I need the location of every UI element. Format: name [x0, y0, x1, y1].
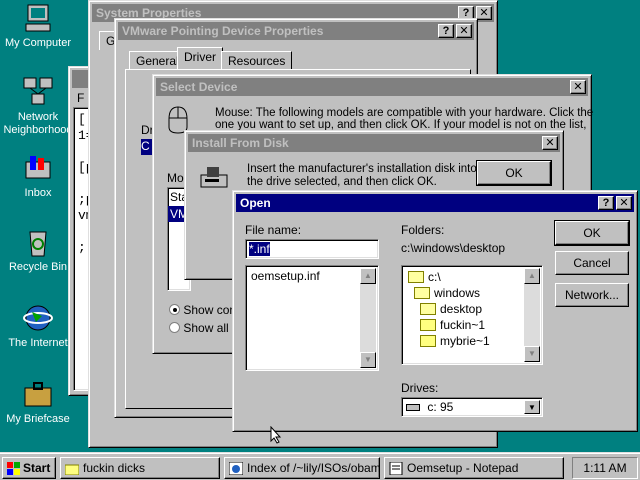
window-title: Select Device [160, 80, 238, 94]
radio-button[interactable] [169, 322, 180, 333]
briefcase-icon [22, 378, 54, 410]
folder-icon [64, 461, 80, 476]
close-button[interactable]: ✕ [616, 196, 632, 210]
select-device-text-line: Mouse: The following models are compatib… [215, 107, 594, 119]
close-button[interactable]: ✕ [476, 6, 492, 20]
network-button[interactable]: Network... [555, 283, 629, 307]
folder-tree-item[interactable]: mybrie~1 [420, 334, 490, 348]
folder-tree-scrollbar[interactable]: ▲ ▼ [524, 268, 540, 362]
vmware-properties-titlebar[interactable]: VMware Pointing Device Properties ? ✕ [118, 22, 474, 40]
open-dialog[interactable]: Open ? ✕ File name: *.inf oemsetup.inf ▲… [232, 190, 638, 432]
folder-tree-item[interactable]: desktop [420, 302, 482, 316]
desktop-icon-label: My Computer [4, 37, 72, 49]
folders-label: Folders: [401, 223, 445, 237]
folder-icon [420, 335, 436, 347]
folder-tree-item[interactable]: c:\ [408, 270, 441, 284]
desktop-icon-the-internet[interactable]: The Internet [0, 302, 76, 350]
radio-show-compatible[interactable]: Show com [169, 303, 239, 317]
desktop-icon-inbox[interactable]: Inbox [0, 152, 76, 200]
file-name-value: *.inf [249, 242, 270, 256]
radio-label: Show all d [183, 321, 239, 335]
file-list-scrollbar[interactable]: ▲ ▼ [360, 268, 376, 368]
install-from-disk-titlebar[interactable]: Install From Disk ✕ [188, 134, 560, 152]
windows-logo-icon [7, 461, 21, 475]
inbox-icon [22, 152, 54, 184]
radio-show-all[interactable]: Show all d [169, 321, 239, 335]
close-button[interactable]: ✕ [570, 80, 586, 94]
desktop-icon-label: Recycle Bin [8, 261, 68, 273]
drive-icon [406, 404, 420, 411]
system-tray-clock[interactable]: 1:11 AM [572, 457, 638, 479]
task-label: fuckin dicks [83, 461, 146, 475]
select-device-text: Mouse: The following models are compatib… [215, 107, 593, 131]
network-neighborhood-icon [22, 76, 54, 108]
radio-label: Show com [183, 303, 240, 317]
help-button[interactable]: ? [438, 24, 454, 38]
folder-tree-item[interactable]: fuckin~1 [420, 318, 485, 332]
taskbar: Start fuckin dicks Index of /~lily/ISOs/… [0, 452, 640, 480]
scroll-down-button[interactable]: ▼ [360, 352, 376, 368]
open-folder-icon [420, 303, 436, 315]
list-item[interactable]: oemsetup.inf [251, 269, 320, 283]
window-title: Open [240, 196, 271, 210]
folder-icon [420, 319, 436, 331]
internet-icon [22, 302, 54, 334]
folder-tree[interactable]: c:\ windows desktop fuckin~1 mybrie~1 ▲ … [401, 265, 543, 365]
open-folder-icon [408, 271, 424, 283]
file-name-label: File name: [245, 223, 302, 237]
taskbar-task[interactable]: Oemsetup - Notepad [384, 457, 564, 479]
install-from-disk-text: Insert the manufacturer's installation d… [247, 163, 477, 188]
start-label: Start [23, 461, 51, 475]
mouse-cursor [270, 425, 282, 447]
notepad-icon [389, 461, 403, 476]
tab-resources[interactable]: Resources [221, 51, 293, 70]
task-label: Oemsetup - Notepad [407, 461, 519, 475]
file-list[interactable]: oemsetup.inf ▲ ▼ [245, 265, 379, 371]
close-button[interactable]: ✕ [542, 136, 558, 150]
taskbar-task[interactable]: fuckin dicks [60, 457, 220, 479]
my-computer-icon [22, 2, 54, 34]
desktop-icon-label: My Briefcase [6, 413, 70, 425]
desktop-icon-label: Inbox [24, 187, 52, 199]
scroll-up-button[interactable]: ▲ [524, 268, 540, 284]
desktop-icon-label: Network Neighborhood [3, 111, 73, 136]
window-title: VMware Pointing Device Properties [122, 24, 324, 38]
desktop-icon-recycle-bin[interactable]: Recycle Bin [0, 226, 76, 274]
ok-button[interactable]: OK [554, 220, 630, 246]
open-folder-icon [414, 287, 430, 299]
task-label: Index of /~lily/ISOs/obam... [247, 461, 380, 475]
drives-label: Drives: [401, 381, 439, 395]
chevron-down-icon[interactable]: ▼ [524, 400, 540, 414]
file-name-input[interactable]: *.inf [245, 239, 379, 259]
open-dialog-titlebar[interactable]: Open ? ✕ [236, 194, 634, 212]
scroll-up-button[interactable]: ▲ [360, 268, 376, 284]
scroll-down-button[interactable]: ▼ [524, 346, 540, 362]
window-title: Install From Disk [192, 136, 289, 150]
desktop-icon-label: The Internet [8, 337, 68, 349]
browser-icon [228, 461, 244, 476]
desktop-icon-my-computer[interactable]: My Computer [0, 2, 76, 50]
ok-button[interactable]: OK [476, 160, 552, 186]
folder-tree-item[interactable]: windows [414, 286, 480, 300]
recycle-bin-icon [22, 226, 54, 258]
drives-select[interactable]: c: 95 ▼ [401, 397, 543, 417]
cancel-button[interactable]: Cancel [555, 251, 629, 275]
help-button[interactable]: ? [598, 196, 614, 210]
notepad-menu-partial[interactable]: F [77, 91, 84, 105]
tab-driver[interactable]: Driver [177, 47, 223, 70]
close-button[interactable]: ✕ [456, 24, 472, 38]
desktop-icon-network-neighborhood[interactable]: Network Neighborhood [0, 76, 76, 137]
radio-button-checked[interactable] [169, 304, 180, 315]
disk-drive-icon [199, 167, 229, 194]
select-device-titlebar[interactable]: Select Device ✕ [156, 78, 588, 96]
start-button[interactable]: Start [2, 457, 56, 479]
taskbar-task[interactable]: Index of /~lily/ISOs/obam... [224, 457, 380, 479]
desktop-icon-my-briefcase[interactable]: My Briefcase [0, 378, 76, 426]
drive-value: c: 95 [427, 400, 454, 414]
current-path: c:\windows\desktop [401, 241, 506, 255]
